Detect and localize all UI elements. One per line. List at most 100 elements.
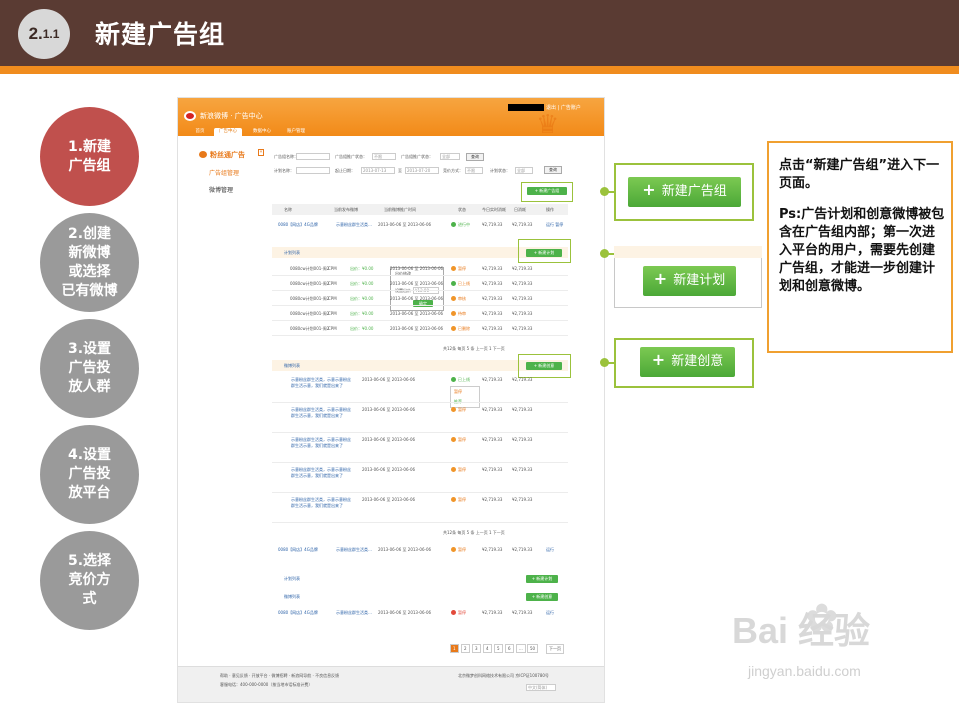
sidebar-collapse-button[interactable]: «: [258, 149, 264, 156]
plan-status[interactable]: 暂停: [458, 266, 466, 272]
plan-name[interactable]: 0080cw计划001-周2: [290, 266, 329, 272]
weibo-list-label[interactable]: 微博列表: [284, 363, 300, 369]
group-status[interactable]: 暂停: [458, 610, 466, 616]
col-name: 名称: [284, 207, 292, 212]
weibo-text[interactable]: 示意粉丝群生活类，示意示意粉丝群生活示意，我们就是出来了: [291, 437, 351, 449]
weibo-status-icon: [451, 377, 456, 382]
nav-home[interactable]: 首页: [190, 128, 210, 136]
plan-daily: ¥2,719.33: [512, 311, 533, 316]
filter-status-2-select[interactable]: 全部: [440, 153, 460, 160]
weibo-status[interactable]: 暂停: [458, 467, 466, 473]
filter-status-select[interactable]: 不限: [372, 153, 396, 160]
filter-label-status-2: 广告组推广状态：: [401, 154, 433, 159]
group-weibo[interactable]: 示意粉丝群生活类…: [336, 222, 372, 228]
plan-price[interactable]: 出价：¥0.00: [350, 296, 373, 302]
group-weibo[interactable]: 示意粉丝群生活类…: [336, 610, 372, 616]
filter-date-end[interactable]: 2013-07-20: [405, 167, 439, 174]
group-op[interactable]: 运行: [546, 610, 554, 616]
weibo-daily: ¥2,719.33: [512, 377, 533, 382]
filter-plan-status-select[interactable]: 全部: [515, 167, 533, 174]
plan-status[interactable]: 审核: [458, 296, 466, 302]
section-sub-number: 1.1: [42, 27, 60, 41]
weibo-logo-icon: [184, 111, 196, 121]
new-ad-group-button[interactable]: + 新建广告组: [527, 187, 567, 195]
plan-period: 2013-06-06 至 2013-06-06: [390, 281, 444, 286]
page-number[interactable]: 1: [450, 644, 459, 653]
plan-list-label[interactable]: 计划列表: [284, 576, 300, 582]
weibo-pager[interactable]: 共12条 每页 5 条 上一页 1 下一页: [443, 530, 505, 536]
sidebar-item-weibo[interactable]: 微博管理: [209, 185, 233, 194]
weibo-text[interactable]: 示意粉丝群生活类，示意示意粉丝群生活示意，我们就是出来了: [291, 497, 351, 509]
row-divider: [272, 462, 568, 463]
sidebar-item-ad-groups[interactable]: 广告组管理: [209, 168, 239, 177]
page-number[interactable]: 4: [483, 644, 492, 653]
footer-links[interactable]: 帮助 · 意见反馈 · 开放平台 · 微博招聘 · 新浪网导航 · 不良信息反馈: [220, 673, 339, 679]
language-select[interactable]: 中文(简体): [526, 684, 556, 691]
group-status[interactable]: 进行中: [458, 222, 470, 228]
new-plan-button[interactable]: + 新建计划: [526, 575, 558, 583]
group-op[interactable]: 运行 暂停: [546, 222, 563, 228]
plan-name[interactable]: 0080cw计划001-周2: [290, 281, 329, 287]
nav-account[interactable]: 账户管理: [282, 128, 310, 136]
plan-price[interactable]: 出价：¥0.00: [350, 311, 373, 317]
filter-plan-name-input[interactable]: [296, 167, 330, 174]
new-creative-button[interactable]: + 新建创意: [526, 593, 558, 601]
plan-price[interactable]: 出价：¥0.00: [350, 326, 373, 332]
group-name[interactable]: 0080【网店】4G品牌: [278, 222, 318, 228]
page-number[interactable]: ...: [516, 644, 526, 653]
group-name[interactable]: 0080【网店】4G品牌: [278, 547, 318, 553]
weibo-status[interactable]: 暂停: [458, 407, 466, 413]
plan-status[interactable]: 已上线: [458, 281, 470, 287]
plan-pager[interactable]: 共12条 每页 5 条 上一页 1 下一页: [443, 346, 505, 352]
weibo-spend: ¥2,719.33: [482, 407, 503, 412]
group-weibo[interactable]: 示意粉丝群生活类…: [336, 547, 372, 553]
sidebar-brand: 粉丝通广告: [210, 151, 245, 159]
weibo-status[interactable]: 暂停: [458, 497, 466, 503]
filter-search-button-2[interactable]: 查询: [544, 166, 562, 174]
filter-bid-select[interactable]: 不限: [465, 167, 483, 174]
weibo-text[interactable]: 示意粉丝群生活类，示意示意粉丝群生活示意，我们就是出来了: [291, 407, 351, 419]
page-number[interactable]: 5: [494, 644, 503, 653]
weibo-status-icon: [451, 497, 456, 502]
plan-price[interactable]: 出价：¥0.00: [350, 266, 373, 272]
row-divider: [272, 320, 568, 321]
plan-status[interactable]: 已删除: [458, 326, 470, 332]
group-name[interactable]: 0080【网店】4G品牌: [278, 610, 318, 616]
plan-price[interactable]: 出价：¥0.00: [350, 281, 373, 287]
weibo-status[interactable]: 暂停: [458, 437, 466, 443]
filter-group-name-input[interactable]: [296, 153, 330, 160]
weibo-list-label[interactable]: 微博列表: [284, 594, 300, 600]
slide-header: 2. 1.1 新建广告组: [0, 0, 959, 66]
new-creative-button[interactable]: + 新建创意: [526, 362, 562, 370]
new-group-callout: + 新建广告组: [628, 177, 741, 207]
nav-data-center[interactable]: 数据中心: [248, 128, 276, 136]
group-period: 2013-06-06 至 2013-06-06: [378, 222, 432, 227]
plan-list-label[interactable]: 计划列表: [284, 250, 300, 256]
plan-name[interactable]: 0080cw计划001-周2: [290, 311, 329, 317]
next-page-button[interactable]: 下一页: [546, 644, 564, 654]
nav-ad-center[interactable]: 广告中心: [214, 128, 242, 136]
group-status[interactable]: 暂停: [458, 547, 466, 553]
plan-name[interactable]: 0080cw计划001-周2: [290, 296, 329, 302]
col-status: 状态: [458, 207, 466, 212]
weibo-text[interactable]: 示意粉丝群生活类，示意示意粉丝群生活示意，我们就是出来了: [291, 377, 351, 389]
plan-daily: ¥2,719.33: [512, 266, 533, 271]
weibo-spend: ¥2,719.33: [482, 497, 503, 502]
filter-search-button-1[interactable]: 查询: [466, 153, 484, 161]
plan-status[interactable]: 待审: [458, 311, 466, 317]
plan-name[interactable]: 0080cw计划001-周2: [290, 326, 329, 332]
plan-bid-type: CPM: [328, 326, 337, 331]
group-op[interactable]: 运行: [546, 547, 554, 553]
weibo-status[interactable]: 已上线: [458, 377, 470, 383]
page-number[interactable]: 3: [472, 644, 481, 653]
page-number[interactable]: 6: [505, 644, 514, 653]
dropdown-option[interactable]: 暂停: [454, 389, 462, 395]
page-number[interactable]: 50: [527, 644, 539, 653]
app-brand: 新浪微博 · 广告中心: [200, 112, 263, 120]
page-number[interactable]: 2: [461, 644, 470, 653]
new-plan-button[interactable]: + 新建计划: [526, 249, 562, 257]
plan-period: 2013-06-06 至 2013-06-06: [390, 311, 444, 316]
table-header: 名称 当前发布微博 当前微博推广时间 状态 今日实时消耗 日消耗 操作: [272, 204, 568, 215]
filter-date-start[interactable]: 2013-07-13: [361, 167, 395, 174]
weibo-text[interactable]: 示意粉丝群生活类，示意示意粉丝群生活示意，我们就是出来了: [291, 467, 351, 479]
